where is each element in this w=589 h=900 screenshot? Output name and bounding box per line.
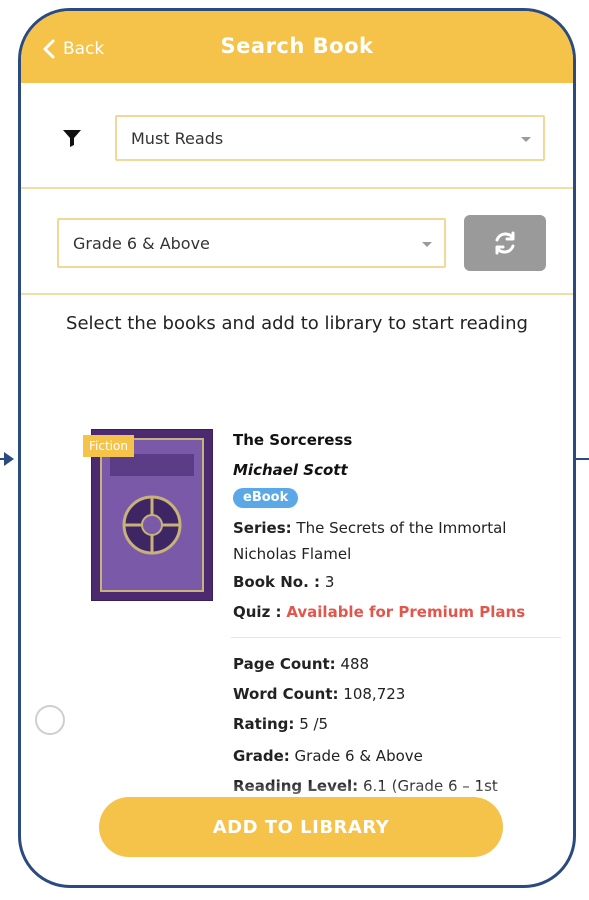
book-number: Book No. : 3 [233, 573, 334, 591]
format-badge: eBook [233, 488, 299, 508]
rating-value: 5 /5 [299, 715, 329, 733]
chevron-down-icon [521, 137, 531, 142]
book-number-label: Book No. : [233, 573, 321, 591]
book-cover-art [100, 438, 204, 592]
app-header: Back Search Book [21, 11, 573, 83]
select-book-radio[interactable] [35, 705, 65, 735]
list-filter-row: Must Reads [21, 111, 573, 167]
filter-icon [63, 130, 81, 147]
word-count-label: Word Count: [233, 685, 339, 703]
phone-frame: Back Search Book Must Reads Grade 6 & Ab… [18, 8, 576, 888]
grade-select-value: Grade 6 & Above [73, 233, 210, 253]
grade-value: Grade 6 & Above [294, 747, 423, 765]
add-to-library-button[interactable]: ADD TO LIBRARY [99, 797, 503, 857]
series-label: Series: [233, 519, 292, 537]
left-connector-arrow-icon [4, 452, 14, 466]
rating: Rating: 5 /5 [233, 715, 328, 733]
series-info: Series: The Secrets of the Immortal Nich… [233, 515, 553, 567]
list-select[interactable]: Must Reads [115, 115, 545, 161]
chevron-down-icon [422, 242, 432, 247]
divider [21, 293, 573, 295]
grade-select[interactable]: Grade 6 & Above [57, 218, 446, 268]
quiz-label: Quiz : [233, 603, 282, 621]
stage: Back Search Book Must Reads Grade 6 & Ab… [0, 0, 589, 900]
refresh-icon [495, 231, 515, 255]
list-select-value: Must Reads [131, 128, 224, 148]
divider [231, 637, 561, 638]
book-author: Michael Scott [233, 461, 348, 479]
grade-info: Grade: Grade 6 & Above [233, 747, 423, 765]
cover-emblem-icon [110, 454, 194, 555]
divider [21, 187, 573, 189]
refresh-button[interactable] [464, 215, 546, 271]
instruction-text: Select the books and add to library to s… [66, 313, 528, 334]
fiction-badge: Fiction [83, 435, 134, 457]
right-connector-line [576, 458, 589, 460]
word-count: Word Count: 108,723 [233, 685, 405, 703]
page-title: Search Book [220, 34, 374, 58]
grade-label: Grade: [233, 747, 290, 765]
book-title[interactable]: The Sorceress [233, 431, 352, 449]
page-count: Page Count: 488 [233, 655, 369, 673]
page-count-label: Page Count: [233, 655, 336, 673]
word-count-value: 108,723 [343, 685, 406, 703]
book-number-value: 3 [324, 573, 335, 591]
page-count-value: 488 [340, 655, 370, 673]
quiz-value[interactable]: Available for Premium Plans [286, 603, 525, 621]
quiz-info: Quiz : Available for Premium Plans [233, 603, 525, 621]
rating-label: Rating: [233, 715, 295, 733]
grade-filter-row: Grade 6 & Above [21, 213, 573, 271]
